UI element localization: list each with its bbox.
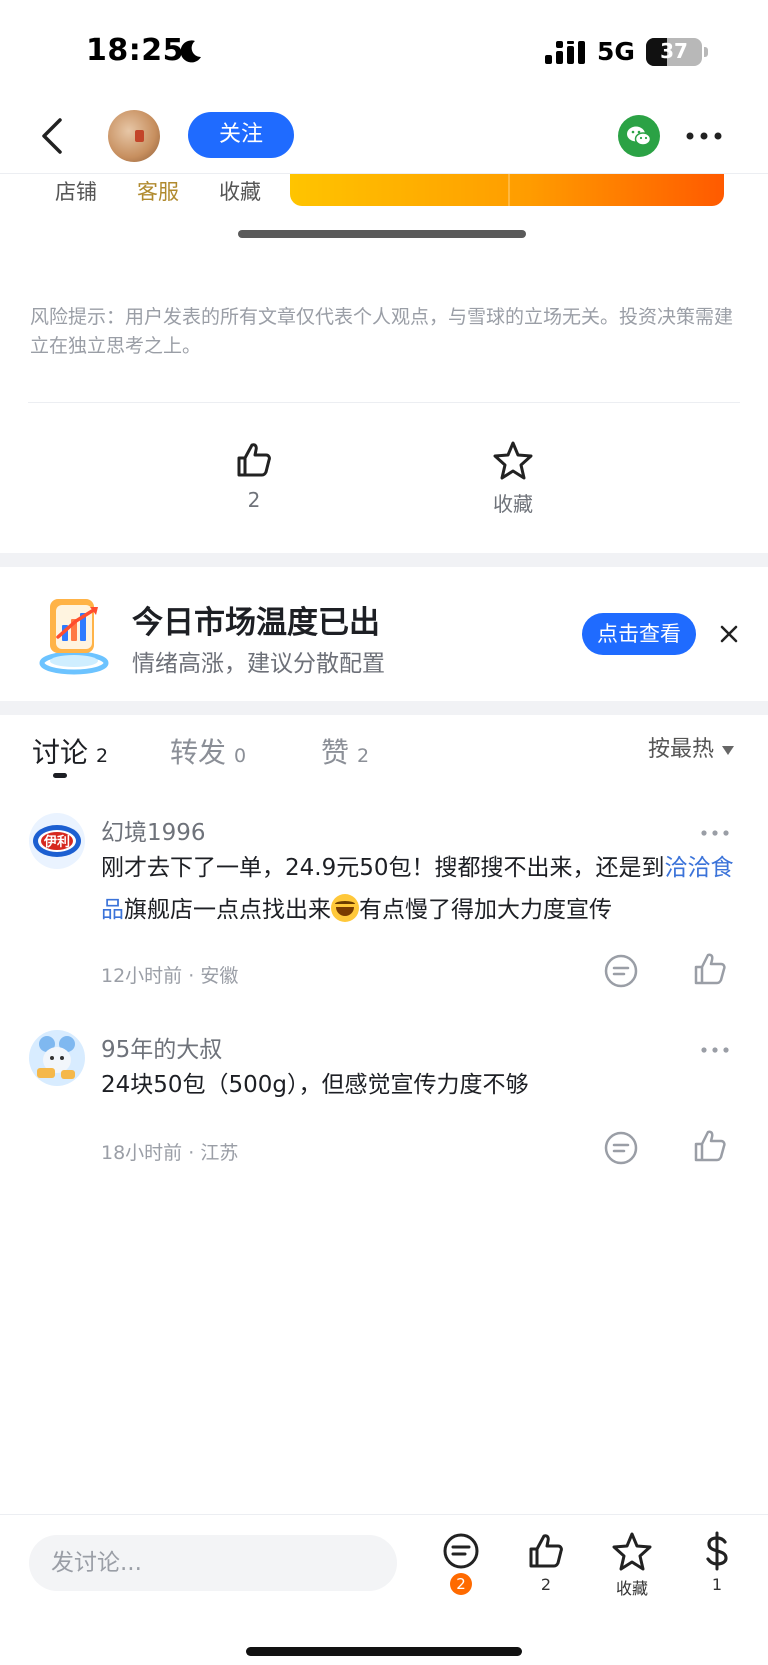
thumbs-up-icon <box>529 1534 563 1568</box>
tab-discussion-count: 2 <box>96 745 109 767</box>
tab-likes[interactable]: 赞2 <box>321 731 369 771</box>
like-count: 2 <box>540 1575 552 1594</box>
mouse-avatar-icon <box>29 1030 85 1086</box>
comment-location: 江苏 <box>200 1142 239 1164</box>
moon-icon <box>180 40 201 63</box>
comment-time: 12小时前 <box>101 965 183 987</box>
more-icon[interactable] <box>684 129 724 143</box>
close-icon[interactable] <box>716 621 742 647</box>
comment-meta: 18小时前 · 江苏 <box>101 1142 239 1164</box>
tab-discussion-label: 讨论 <box>32 736 89 769</box>
yili-logo-icon: 伊利 <box>29 813 85 869</box>
shop-banner[interactable] <box>290 174 724 206</box>
battery-icon: 37 <box>646 38 702 66</box>
comment-text: 刚才去下了一单，24.9元50包！搜都搜不出来，还是到洽洽食品旗舰店一点点找出来… <box>101 847 741 931</box>
wechat-icon <box>627 126 652 146</box>
comment-text-part: 旗舰店一点点找出来 <box>124 897 331 923</box>
status-bar: 18:25 5G 37 <box>0 0 768 100</box>
more-icon[interactable] <box>700 829 730 837</box>
thumbs-up-icon <box>237 443 271 477</box>
home-indicator <box>246 1647 522 1656</box>
tab-repost-count: 0 <box>234 745 247 767</box>
market-temperature-card[interactable]: 今日市场温度已出 情绪高涨，建议分散配置 点击查看 <box>0 567 768 701</box>
yili-logo-text: 伊利 <box>43 834 70 850</box>
dollar-icon <box>706 1531 728 1571</box>
star-icon <box>493 441 533 480</box>
divider <box>28 402 740 403</box>
risk-note: 风险提示：用户发表的所有文章仅代表个人观点，与雪球的立场无关。投资决策需建立在独… <box>30 306 734 357</box>
signal-icon <box>545 41 585 64</box>
shop-link-favorite[interactable]: 收藏 <box>219 176 261 206</box>
favorite-label: 收藏 <box>615 1579 648 1598</box>
nav-bar: 关注 <box>0 100 768 174</box>
laughing-emoji-icon <box>331 894 359 922</box>
comment-input[interactable]: 发讨论... <box>29 1535 397 1591</box>
star-icon <box>612 1532 652 1571</box>
tab-likes-count: 2 <box>357 745 370 767</box>
report-icon <box>39 599 109 675</box>
comment-time: 18小时前 <box>101 1142 183 1164</box>
comment-icon <box>443 1533 479 1569</box>
comment-text-part: 刚才去下了一单，24.9元50包！搜都搜不出来，还是到 <box>101 855 665 881</box>
battery-tip <box>704 47 708 57</box>
caret-down-icon <box>722 745 735 755</box>
comment-count-badge: 2 <box>450 1573 472 1595</box>
thumbs-up-icon[interactable] <box>692 951 728 987</box>
reply-icon[interactable] <box>603 953 639 989</box>
user-avatar[interactable]: 伊利 <box>29 813 85 869</box>
tab-repost[interactable]: 转发 0 <box>170 731 246 771</box>
back-icon[interactable] <box>34 114 74 158</box>
follow-button[interactable]: 关注 <box>188 112 294 158</box>
thumbs-up-icon[interactable] <box>692 1128 728 1164</box>
tab-repost-label: 转发 <box>170 736 227 769</box>
shop-link-customer-service[interactable]: 客服 <box>137 176 179 206</box>
comment-meta: 12小时前 · 安徽 <box>101 965 239 987</box>
reply-icon[interactable] <box>603 1130 639 1166</box>
section-separator <box>0 553 768 567</box>
comment-tabs: 讨论 2 转发 0 赞2 按最热 <box>0 715 768 785</box>
post-like-button[interactable]: 2 <box>214 440 294 512</box>
sort-label: 按最热 <box>648 737 715 762</box>
promo-subtitle: 情绪高涨，建议分散配置 <box>132 651 385 677</box>
user-avatar[interactable] <box>29 1030 85 1086</box>
reward-button[interactable]: 1 <box>682 1531 752 1594</box>
shop-strip: 店铺 客服 收藏 <box>0 174 768 210</box>
shop-link-store[interactable]: 店铺 <box>55 176 97 206</box>
comment-text: 24块50包（500g），但感觉宣传力度不够 <box>101 1072 529 1098</box>
favorite-button[interactable]: 收藏 <box>597 1531 667 1599</box>
comment-username[interactable]: 幻境1996 <box>101 813 206 847</box>
promo-title: 今日市场温度已出 <box>132 605 380 641</box>
reward-count: 1 <box>711 1575 723 1594</box>
network-label: 5G <box>597 37 635 66</box>
comments-button[interactable]: 2 <box>426 1531 496 1595</box>
section-separator <box>0 701 768 715</box>
status-time: 18:25 <box>86 33 184 68</box>
author-avatar[interactable] <box>108 110 160 162</box>
tab-discussion[interactable]: 讨论 2 <box>32 731 108 771</box>
view-button[interactable]: 点击查看 <box>582 613 696 655</box>
comment-username[interactable]: 95年的大叔 <box>101 1030 222 1064</box>
battery-level: 37 <box>660 39 688 63</box>
scroll-handle[interactable] <box>238 230 526 238</box>
comment-text-part: 有点慢了得加大力度宣传 <box>359 897 612 923</box>
tab-likes-label: 赞 <box>321 736 350 769</box>
post-favorite-label: 收藏 <box>493 492 533 516</box>
tab-indicator <box>53 773 67 778</box>
comment-location: 安徽 <box>200 965 239 987</box>
post-like-count: 2 <box>247 488 261 512</box>
post-favorite-button[interactable]: 收藏 <box>473 440 553 517</box>
sort-dropdown[interactable]: 按最热 <box>648 731 735 763</box>
like-button[interactable]: 2 <box>511 1531 581 1594</box>
wechat-share-button[interactable] <box>618 115 660 157</box>
bottom-bar: 发讨论... 2 2 收藏 1 <box>0 1514 768 1665</box>
more-icon[interactable] <box>700 1046 730 1054</box>
